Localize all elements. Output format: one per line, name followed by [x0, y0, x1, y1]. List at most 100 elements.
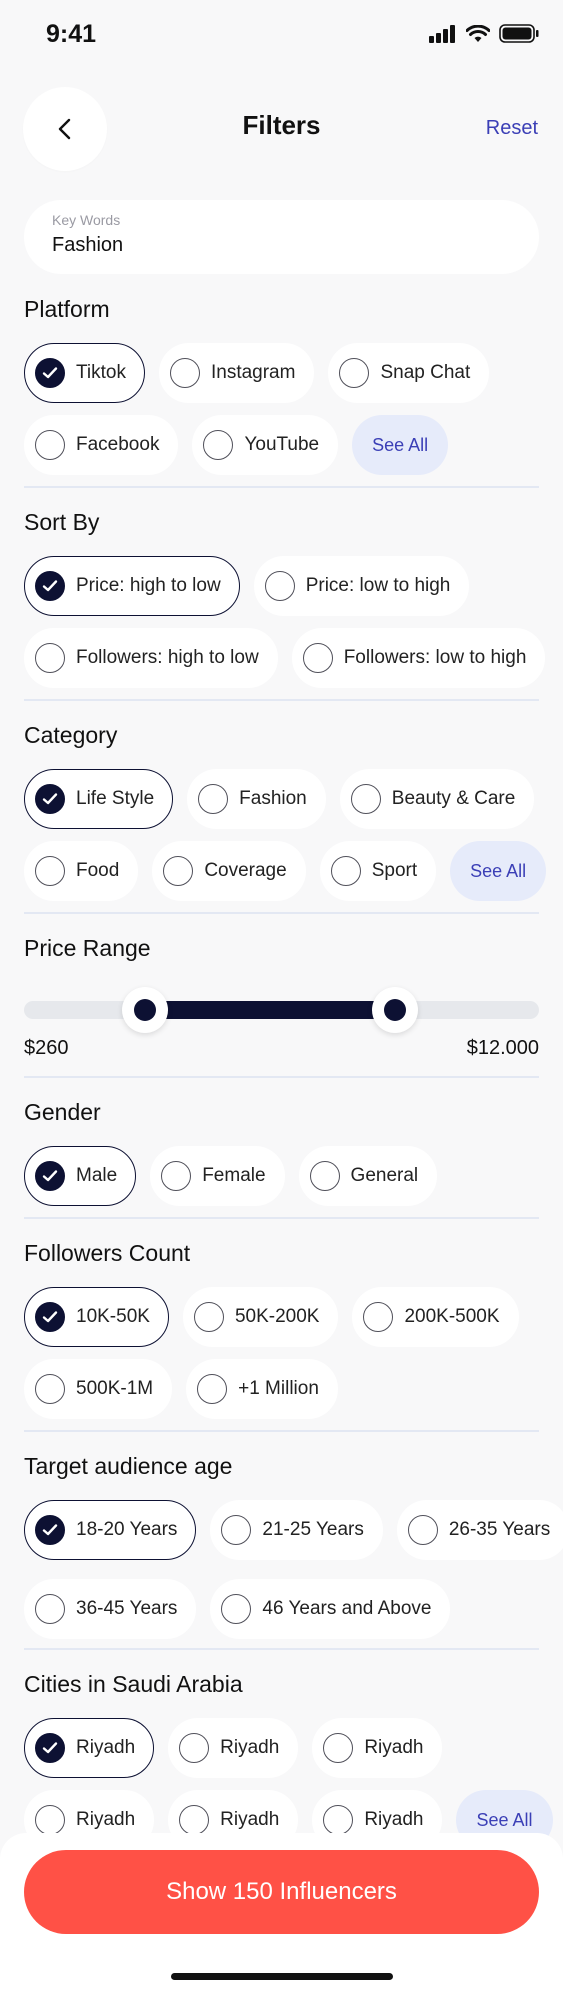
radio-unchecked-icon: [330, 856, 361, 886]
age-row-1: 18-20 Years 21-25 Years 26-35 Years: [24, 1500, 563, 1560]
radio-unchecked-icon: [339, 358, 370, 388]
filter-chip[interactable]: Followers: low to high: [291, 628, 546, 688]
check-icon: [42, 1742, 58, 1754]
filter-chip[interactable]: +1 Million: [186, 1359, 338, 1419]
chip-label: Followers: low to high: [343, 647, 527, 668]
radio-unchecked-icon: [35, 430, 65, 460]
radio-unchecked-icon: [35, 1805, 65, 1835]
radio-unchecked-icon: [197, 1374, 228, 1404]
radio-unchecked-icon: [323, 1805, 354, 1835]
divider: [24, 486, 539, 488]
filter-chip[interactable]: Price: low to high: [253, 556, 470, 616]
chip-label: Coverage: [204, 860, 287, 881]
chip-label: 36-45 Years: [76, 1598, 178, 1619]
keywords-field[interactable]: Key Words: [24, 200, 539, 274]
filter-chip[interactable]: General: [298, 1146, 438, 1206]
price-slider-max-handle[interactable]: [371, 987, 418, 1033]
filter-chip[interactable]: Sport: [319, 841, 437, 901]
chip-label: 50K-200K: [234, 1306, 320, 1327]
chip-label: YouTube: [244, 434, 320, 455]
filter-chip[interactable]: Female: [150, 1146, 285, 1206]
filter-chip[interactable]: Life Style: [24, 769, 174, 829]
see-all-button[interactable]: See All: [450, 841, 547, 901]
chip-label: Instagram: [210, 362, 296, 383]
filter-chip[interactable]: Riyadh: [168, 1718, 299, 1778]
check-icon: [42, 1170, 58, 1182]
filter-chip[interactable]: 18-20 Years: [24, 1500, 197, 1560]
filter-chip[interactable]: YouTube: [192, 415, 339, 475]
radio-checked-icon: [35, 358, 65, 388]
chip-label: 26-35 Years: [448, 1519, 551, 1540]
radio-unchecked-icon: [163, 856, 194, 886]
price-slider-min-handle[interactable]: [122, 987, 169, 1033]
radio-unchecked-icon: [193, 1302, 224, 1332]
filter-chip[interactable]: Tiktok: [24, 343, 145, 403]
filter-chip[interactable]: Riyadh: [312, 1718, 443, 1778]
filter-chip[interactable]: Instagram: [158, 343, 315, 403]
filter-chip[interactable]: Riyadh: [24, 1718, 155, 1778]
filter-chip[interactable]: 36-45 Years: [24, 1579, 197, 1639]
filter-chip[interactable]: Snap Chat: [328, 343, 490, 403]
chip-label: Fashion: [239, 788, 307, 809]
filter-chip[interactable]: Facebook: [24, 415, 179, 475]
filter-chip[interactable]: Price: high to low: [24, 556, 240, 616]
gender-title: Gender: [24, 1099, 101, 1125]
chip-label: Life Style: [76, 788, 155, 809]
divider: [24, 912, 539, 914]
chip-label: Male: [76, 1165, 118, 1186]
radio-unchecked-icon: [35, 1594, 65, 1624]
category-title: Category: [24, 722, 118, 748]
status-bar: 9:41: [0, 0, 563, 70]
radio-unchecked-icon: [198, 784, 229, 814]
filter-chip[interactable]: Followers: high to low: [24, 628, 278, 688]
filter-chip[interactable]: Coverage: [152, 841, 306, 901]
chip-label: Snap Chat: [380, 362, 471, 383]
keywords-input[interactable]: [52, 234, 511, 257]
radio-unchecked-icon: [179, 1805, 210, 1835]
radio-checked-icon: [35, 1302, 65, 1332]
divider: [24, 1076, 539, 1078]
chip-label: Riyadh: [364, 1809, 424, 1830]
radio-unchecked-icon: [179, 1733, 210, 1763]
status-time: 9:41: [46, 20, 97, 48]
filter-chip[interactable]: 21-25 Years: [210, 1500, 383, 1560]
divider: [24, 1648, 539, 1650]
filter-chip[interactable]: 500K-1M: [24, 1359, 173, 1419]
reset-button[interactable]: Reset: [486, 117, 538, 140]
radio-checked-icon: [35, 571, 65, 601]
chip-label: Female: [202, 1165, 266, 1186]
chip-label: 10K-50K: [76, 1306, 150, 1327]
filter-chip[interactable]: 50K-200K: [182, 1287, 339, 1347]
status-icons: [429, 24, 539, 43]
filter-chip[interactable]: Fashion: [187, 769, 326, 829]
sort-by-title: Sort By: [24, 509, 100, 535]
signal-icon: [429, 24, 455, 43]
chip-label: +1 Million: [238, 1378, 319, 1399]
header: Filters Reset: [0, 84, 563, 174]
category-row-1: Life Style Fashion Beauty & Care: [24, 769, 535, 829]
radio-unchecked-icon: [161, 1161, 192, 1191]
divider: [24, 1217, 539, 1219]
platform-row-2: Facebook YouTube See All: [24, 415, 449, 475]
filter-chip[interactable]: Male: [24, 1146, 137, 1206]
bottom-panel: Show 150 Influencers: [0, 1833, 563, 1994]
filter-chip[interactable]: 200K-500K: [352, 1287, 519, 1347]
check-icon: [42, 1524, 58, 1536]
radio-checked-icon: [35, 784, 65, 814]
filter-chip[interactable]: 10K-50K: [24, 1287, 169, 1347]
filter-chip[interactable]: Food: [24, 841, 139, 901]
radio-unchecked-icon: [363, 1302, 394, 1332]
check-icon: [42, 1311, 58, 1323]
cities-title: Cities in Saudi Arabia: [24, 1671, 243, 1697]
see-all-button[interactable]: See All: [352, 415, 449, 475]
followers-row-1: 10K-50K 50K-200K 200K-500K: [24, 1287, 519, 1347]
chip-label: General: [350, 1165, 419, 1186]
filter-chip[interactable]: 46 Years and Above: [210, 1579, 451, 1639]
filter-chip[interactable]: Beauty & Care: [339, 769, 535, 829]
chip-label: Riyadh: [364, 1737, 424, 1758]
cities-row-1: Riyadh Riyadh Riyadh: [24, 1718, 443, 1778]
show-influencers-button[interactable]: Show 150 Influencers: [24, 1850, 539, 1934]
radio-unchecked-icon: [302, 643, 333, 673]
chip-label: Sport: [371, 860, 418, 881]
filter-chip[interactable]: 26-35 Years: [396, 1500, 563, 1560]
